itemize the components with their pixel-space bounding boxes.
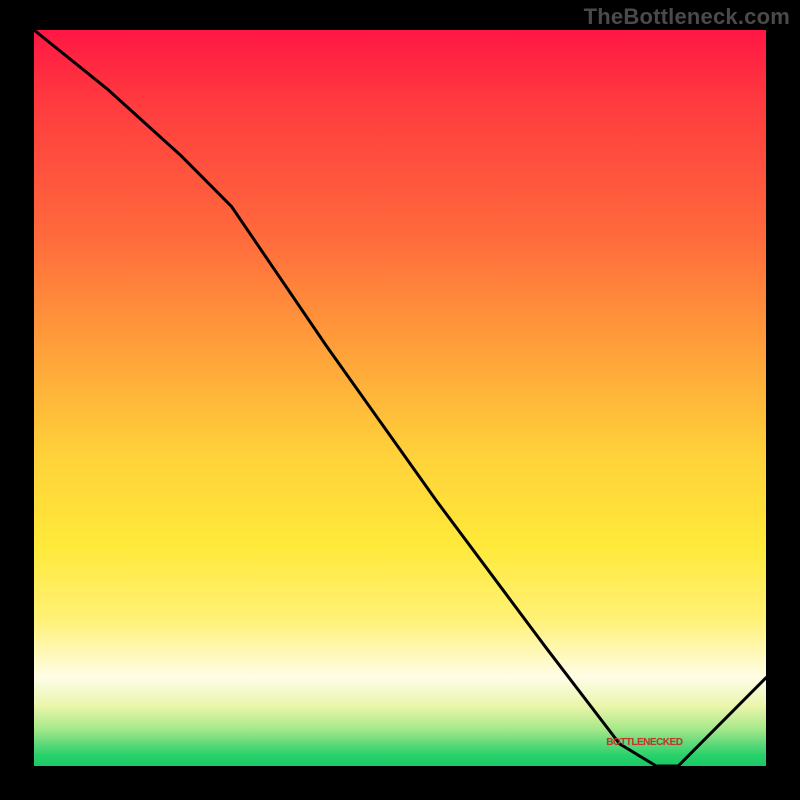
plot-area: BOTTLENECKED: [34, 30, 766, 766]
watermark-text: TheBottleneck.com: [584, 4, 790, 30]
bottleneck-curve-path: [34, 30, 766, 766]
bottleneck-annotation: BOTTLENECKED: [606, 737, 682, 748]
chart-container: TheBottleneck.com BOTTLENECKED: [0, 0, 800, 800]
line-series: [34, 30, 766, 766]
